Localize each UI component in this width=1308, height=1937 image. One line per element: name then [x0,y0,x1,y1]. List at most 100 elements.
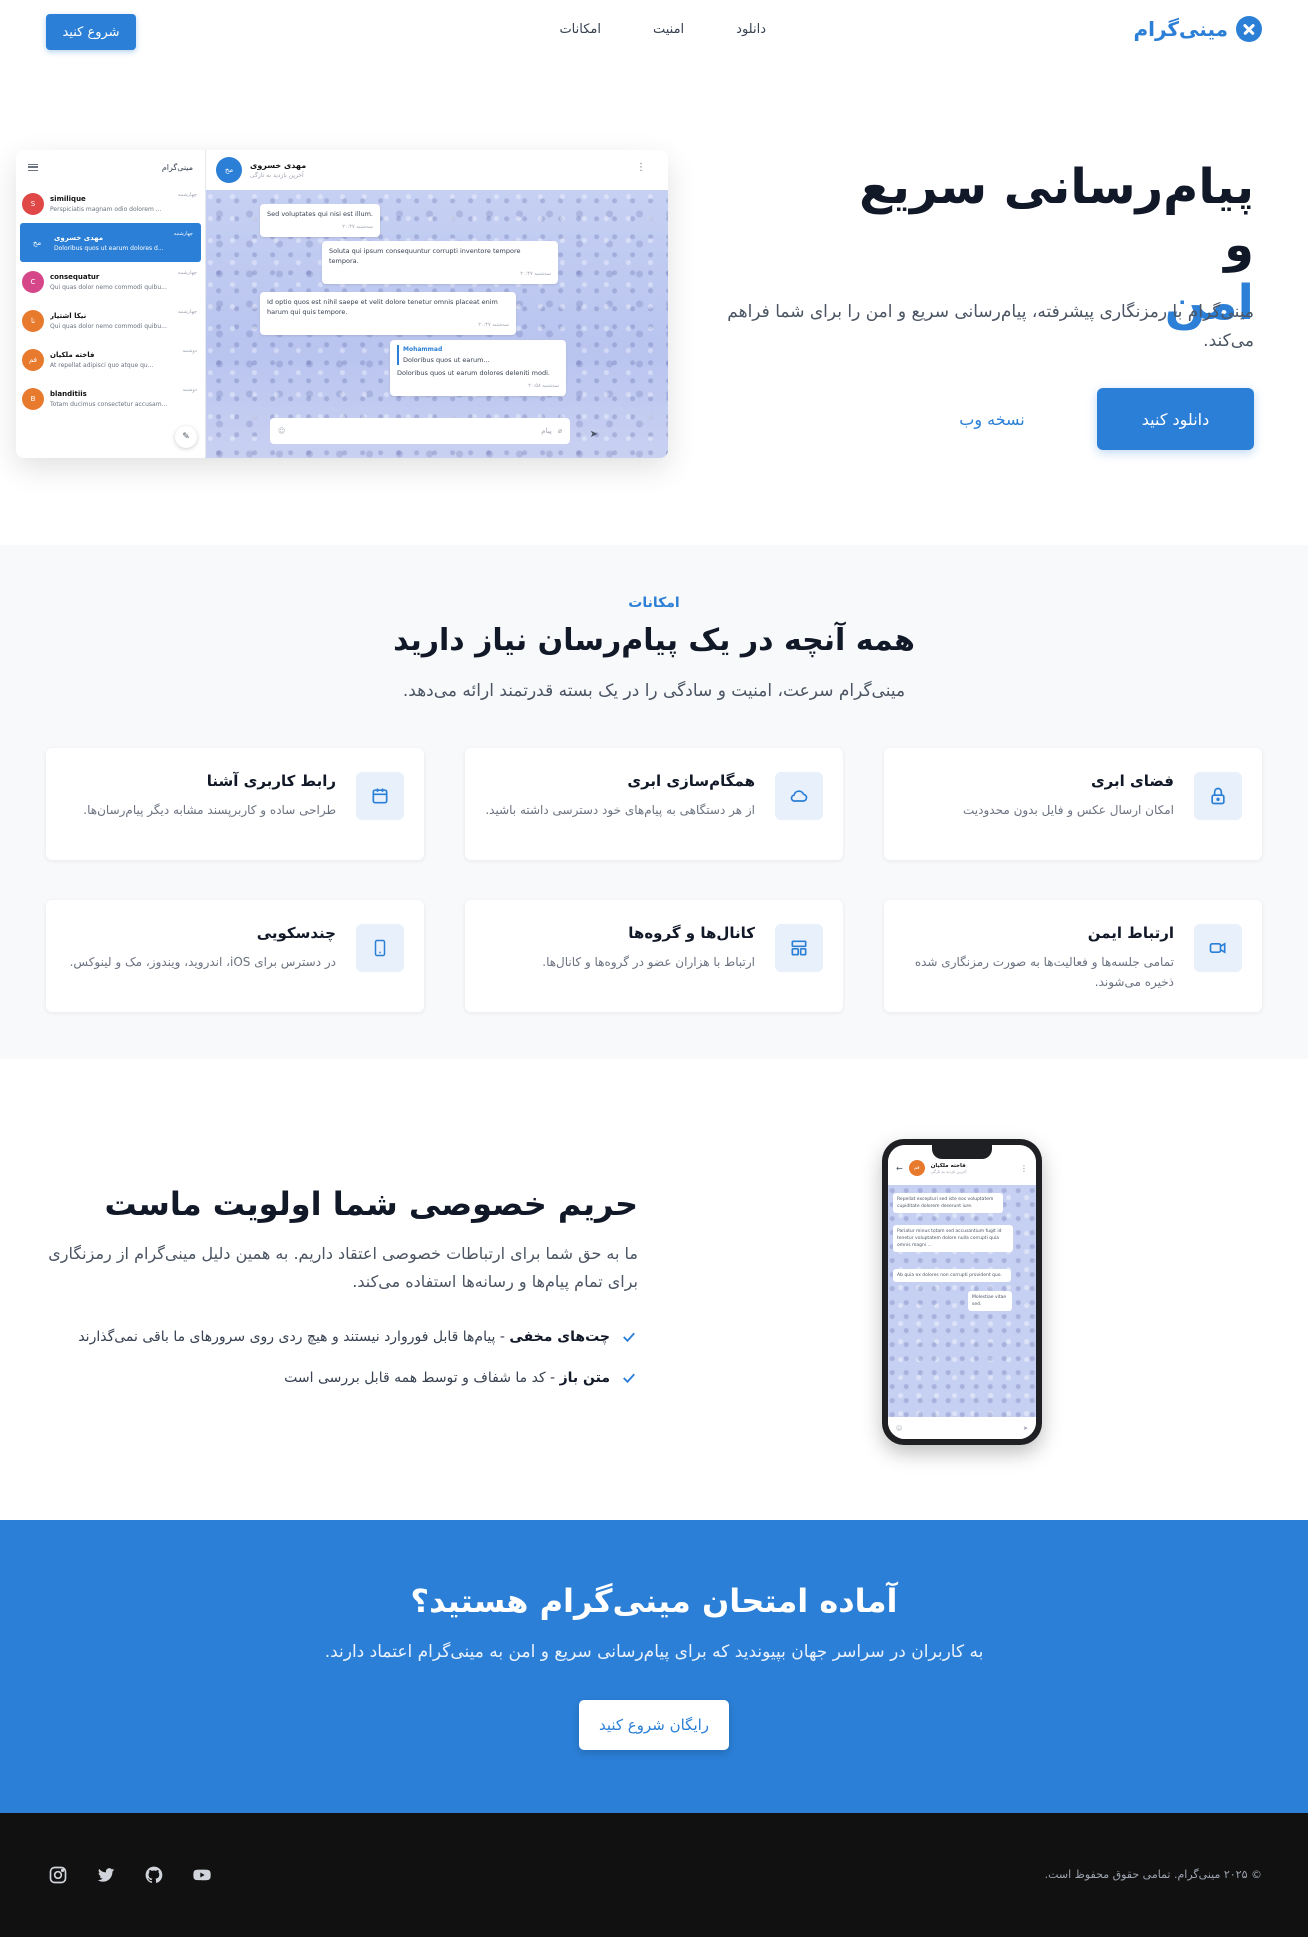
mock-chat-body: Sed voluptates qui nisi est illum. ۲۰:۴۷… [206,190,668,458]
privacy-description: ما به حق شما برای ارتباطات خصوصی اعتقاد … [48,1244,638,1291]
cta-subtitle: به کاربران در سراسر جهان بپیوندید که برا… [324,1642,984,1662]
feature-card: ارتباط ایمن تمامی جلسه‌ها و فعالیت‌ها به… [884,900,1262,1012]
emoji-icon: ☺ [896,1424,903,1432]
feature-card: کانال‌ها و گروه‌ها ارتباط با هزاران عضو … [465,900,843,1012]
mock-chat-item-time: چهارشنبه [177,309,197,315]
mock-chat-item: Cconsequatur Qui quas dolor nemo commodi … [16,262,205,301]
mock-chat-item: مخ مهدی خسروی Doloribus quos ut earum dolo… [20,223,201,262]
nav-security[interactable]: امنیت [653,22,684,37]
hero-description: مینی‌گرام با رمزنگاری پیشرفته، پیام‌رسان… [727,302,1254,351]
phone-mockup: ← فم فاخته ملکیان آخرین بازدید به تازگی … [882,1139,1042,1445]
lock-icon [1194,772,1242,820]
mock-chat-item-name: blanditiis [50,389,87,398]
brand[interactable]: مینی‌گرام [1133,16,1262,42]
phone-icon [356,924,404,972]
mock-message: Id optio quos est nihil saepe et velit d… [260,292,516,335]
phone-message: Ab quia ex dolores non corrupti providen… [893,1269,1011,1282]
features-title: همه آنچه در یک پیام‌رسان نیاز دارید [393,623,915,658]
feature-card: همگام‌سازی ابری از هر دستگاهی به پیام‌ها… [465,748,843,860]
mock-chat-name: مهدی خسروی [250,161,307,170]
features-section: امکانات همه آنچه در یک پیام‌رسان نیاز دا… [0,545,1308,1059]
feature-desc: امکان ارسال عکس و فایل بدون محدودیت [963,803,1174,817]
mock-chat-item: نا نیکا اشتیار Qui quas dolor nemo commodi… [16,301,205,340]
mock-message-text: Sed voluptates qui nisi est illum. [267,210,373,218]
site-header: مینی‌گرام دانلود امنیت امکانات شروع کنید [0,0,1308,64]
mock-chat-item-preview: Perspiciatis magnam odio dolorem ... [50,205,162,213]
mock-chat-item-avatar: نا [22,309,44,332]
phone-message: Molestiae vitae sed. [968,1291,1012,1311]
mock-message-text: Soluta qui ipsum consequuntur corrupti i… [329,247,521,265]
cta-section: آماده امتحان مینی‌گرام هستید؟ به کاربران… [0,1520,1308,1813]
feature-title: فضای ابری [1090,772,1174,790]
mock-message-time: ۲۰:۴۷ سه‌شنبه [478,322,509,328]
mock-chat-item-avatar: فم [22,348,44,371]
mock-message: Soluta qui ipsum consequuntur corrupti i… [322,241,558,284]
feature-desc: از هر دستگاهی به پیام‌های خود دسترسی داش… [485,803,755,817]
mock-chat-header: مخ مهدی خسروی آخرین بازدید به تازگی ⋮ [206,150,668,190]
github-icon[interactable] [142,1863,166,1887]
phone-message: Pariatur minus totam sed accusantium fug… [893,1225,1013,1252]
mock-chat-status: آخرین بازدید به تازگی [250,172,304,179]
mock-chat-pane: مخ مهدی خسروی آخرین بازدید به تازگی ⋮ Se… [206,150,668,458]
calendar-icon [356,772,404,820]
feature-desc: ارتباط با هزاران عضو در گروه‌ها و کانال‌… [542,955,755,969]
phone-message-input: ☺ ➤ [888,1417,1036,1439]
instagram-icon[interactable] [46,1863,70,1887]
mock-message-text: Id optio quos est nihil saepe et velit d… [267,298,498,316]
mock-chat-item-preview: Qui quas dolor nemo commodi quibu... [50,322,167,330]
feature-desc: طراحی ساده و کاربرپسند مشابه دیگر پیام‌ر… [83,803,336,817]
twitter-icon[interactable] [94,1863,118,1887]
video-icon [1194,924,1242,972]
phone-chat-status: آخرین بازدید به تازگی [930,1168,967,1174]
mock-chat-item-time: دوشنبه [182,387,197,393]
emoji-icon: ☺ [278,427,286,435]
mock-chat-item-avatar: مخ [26,231,48,254]
mock-chat-item-preview: At repellat adipisci quo atque qu... [50,361,154,369]
youtube-icon[interactable] [190,1863,214,1887]
download-button[interactable]: دانلود کنید [1097,388,1254,450]
mock-chat-item-avatar: C [22,270,44,293]
compose-pencil-icon: ✎ [175,426,197,448]
feature-card: رابط کاربری آشنا طراحی ساده و کاربرپسند … [46,748,424,860]
feature-desc: در دسترس برای iOS، اندروید، ویندوز، مک و… [69,955,336,969]
features-kicker: امکانات [628,595,680,611]
app-mockup: مینی‌گرام Ssimilique Perspiciatis magnam … [16,150,668,458]
mock-chat-avatar: مخ [216,157,242,183]
social-links [46,1863,214,1887]
mock-chat-item-text: consequatur Qui quas dolor nemo commodi q… [50,273,199,291]
mock-chat-item-preview: Doloribus quos ut earum dolores d... [54,244,164,252]
mock-message-time: ۲۰:۴۷ سه‌شنبه [342,224,373,230]
feature-card: چندسکویی در دسترس برای iOS، اندروید، وین… [46,900,424,1012]
mock-chat-item: فم فاخته ملکیان At repellat adipisci quo a… [16,340,205,379]
mock-sidebar: مینی‌گرام Ssimilique Perspiciatis magnam … [16,150,206,458]
mock-message-input: ☺ پیام ⌀ [270,418,570,444]
mock-reply-text: Doloribus quos ut earum... [403,356,490,364]
cta-start-free-button[interactable]: رایگان شروع کنید [579,1700,729,1750]
mock-chat-item-text: similique Perspiciatis magnam odio dolore… [50,195,199,213]
mock-message-time: ۲۰:۵۸ سه‌شنبه [528,383,559,389]
brand-logo-icon [1236,16,1262,42]
mock-chat-item-preview: Totam ducimus consectetur accusam... [50,400,168,408]
mock-chat-item-name: فاخته ملکیان [50,350,95,359]
mock-chat-item-time: دوشنبه [182,348,197,354]
mock-chat-item-name: consequatur [50,272,100,281]
check-icon [620,1328,638,1346]
mock-chat-item-avatar: B [22,387,44,410]
mock-reply-name: Mohammad [403,346,443,353]
privacy-item: متن باز - کد ما شفاف و توسط همه قابل برر… [284,1369,638,1387]
mock-message-time: ۲۰:۴۷ سه‌شنبه [520,271,551,277]
mock-chat-item-name: similique [50,194,86,203]
mock-chat-item-text: نیکا اشتیار Qui quas dolor nemo commodi q… [50,312,199,330]
phone-screen: ← فم فاخته ملکیان آخرین بازدید به تازگی … [888,1145,1036,1439]
feature-title: چندسکویی [256,924,336,942]
copyright: © ۲۰۲۵ مینی‌گرام. تمامی حقوق محفوظ است. [1044,1868,1262,1881]
mock-sidebar-title: مینی‌گرام [161,162,193,172]
nav-download[interactable]: دانلود [736,22,766,37]
web-version-button[interactable]: نسخه وب [942,400,1042,438]
brand-name: مینی‌گرام [1133,17,1228,41]
start-button[interactable]: شروع کنید [46,14,136,50]
mock-reply-quote: Mohammad Doloribus quos ut earum... [397,345,559,365]
mock-chat-item-text: فاخته ملکیان At repellat adipisci quo atq… [50,351,199,369]
nav-features[interactable]: امکانات [559,22,601,37]
feature-title: کانال‌ها و گروه‌ها [628,924,755,942]
